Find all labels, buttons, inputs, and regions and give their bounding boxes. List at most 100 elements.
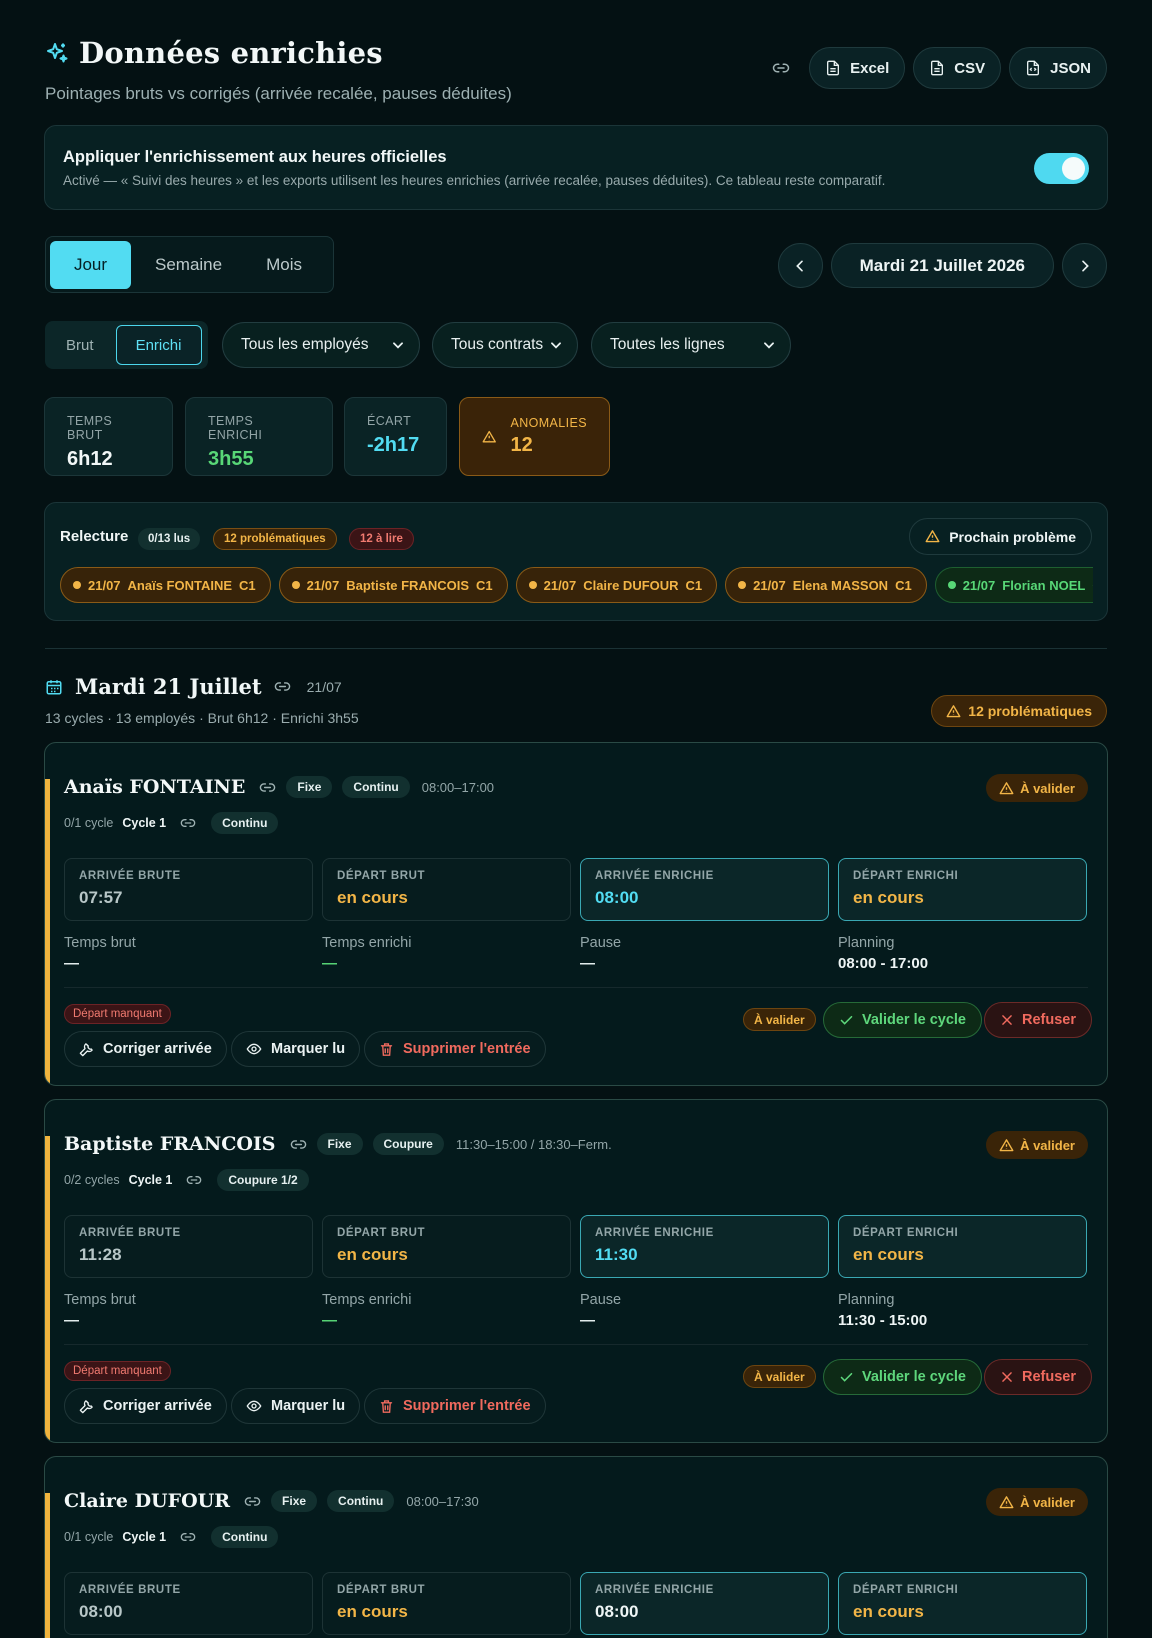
review-chip[interactable]: 21/07Florian NOELC1 (934, 567, 1093, 603)
employee-filter-select[interactable]: Tous les employés (222, 322, 420, 368)
stat-raw-time: TEMPS BRUT 6h12 (44, 397, 173, 476)
toggle-knob (1062, 157, 1085, 180)
status-badge: À valider (986, 1488, 1088, 1516)
employee-name: Claire DUFOUR (64, 1490, 231, 1512)
export-excel-button[interactable]: Excel (809, 47, 906, 89)
planning-metric: Planning 11:30 - 15:00 (838, 1292, 928, 1329)
missing-departure-badge: Départ manquant (64, 1004, 171, 1024)
tab-month[interactable]: Mois (246, 241, 322, 289)
status-bar (45, 1136, 50, 1442)
wrench-icon (79, 1042, 93, 1056)
enriched-time-metric: Temps enrichi — (322, 935, 412, 972)
cycle-count: 0/1 cycle (64, 1530, 114, 1544)
pause-metric: Pause — (580, 935, 622, 972)
fix-arrival-button[interactable]: Corriger arrivée (64, 1031, 227, 1067)
raw-time-metric: Temps brut — (64, 1292, 136, 1329)
line-filter-select[interactable]: Toutes les lignes (591, 322, 791, 368)
raw-departure-cell[interactable]: DÉPART BRUT en cours (322, 1572, 571, 1635)
official-hours-toggle[interactable] (1034, 153, 1089, 184)
next-problem-button[interactable]: Prochain problème (909, 518, 1092, 555)
refuse-button[interactable]: Refuser (984, 1002, 1092, 1038)
stat-gap: ÉCART -2h17 (344, 397, 447, 476)
current-date[interactable]: Mardi 21 Juillet 2026 (830, 243, 1054, 288)
trash-icon (380, 1399, 393, 1413)
raw-time-metric: Temps brut — (64, 935, 136, 972)
fix-arrival-button[interactable]: Corriger arrivée (64, 1388, 227, 1424)
raw-arrival-cell[interactable]: ARRIVÉE BRUTE 08:00 (64, 1572, 313, 1635)
eye-icon (246, 1043, 262, 1055)
raw-arrival-cell[interactable]: ARRIVÉE BRUTE 07:57 (64, 858, 313, 921)
mode-enriched[interactable]: Enrichi (115, 325, 202, 365)
link-icon[interactable] (186, 1172, 202, 1188)
mark-read-button[interactable]: Marquer lu (231, 1031, 361, 1067)
next-day-button[interactable] (1062, 243, 1107, 288)
period-tabs: Jour Semaine Mois (45, 236, 334, 293)
enriched-departure-cell[interactable]: DÉPART ENRICHI en cours (838, 858, 1087, 921)
enriched-time-metric: Temps enrichi — (322, 1292, 412, 1329)
day-header: Mardi 21 Juillet 21/07 (45, 674, 342, 699)
review-panel: Relecture 0/13 lus 12 problématiques 12 … (44, 502, 1108, 621)
refuse-button[interactable]: Refuser (984, 1359, 1092, 1395)
day-summary: 13 cycles · 13 employés · Brut 6h12 · En… (45, 710, 359, 726)
divider (64, 987, 1088, 988)
status-badge: À valider (986, 774, 1088, 802)
link-icon[interactable] (180, 1529, 196, 1545)
previous-day-button[interactable] (777, 243, 823, 288)
enriched-departure-cell[interactable]: DÉPART ENRICHI en cours (838, 1572, 1087, 1635)
link-icon[interactable] (180, 815, 196, 831)
divider (45, 648, 1107, 649)
link-icon[interactable] (274, 678, 291, 695)
cycle-label: Cycle 1 (122, 1530, 167, 1544)
validate-cycle-button[interactable]: Valider le cycle (823, 1002, 982, 1038)
validate-cycle-button[interactable]: Valider le cycle (823, 1359, 982, 1395)
contract-type-tag: Fixe (286, 776, 333, 798)
raw-arrival-cell[interactable]: ARRIVÉE BRUTE 11:28 (64, 1215, 313, 1278)
link-icon[interactable] (244, 1493, 261, 1510)
mark-read-button[interactable]: Marquer lu (231, 1388, 361, 1424)
check-icon (840, 1015, 853, 1025)
tab-day[interactable]: Jour (50, 240, 131, 289)
review-problematic-count[interactable]: 12 problématiques (213, 528, 337, 550)
day-title: Mardi 21 Juillet (75, 674, 262, 699)
review-chip[interactable]: 21/07 Elena MASSON C1 (725, 567, 927, 603)
delete-entry-button[interactable]: Supprimer l'entrée (364, 1031, 546, 1067)
enriched-arrival-cell[interactable]: ARRIVÉE ENRICHIE 08:00 (580, 858, 829, 921)
enriched-arrival-cell[interactable]: ARRIVÉE ENRICHIE 08:00 (580, 1572, 829, 1635)
page-header: Données enrichies Pointages bruts vs cor… (45, 36, 512, 104)
review-chip[interactable]: 21/07 Anaïs FONTAINE C1 (60, 567, 271, 603)
review-employee-chips: 21/07 Anaïs FONTAINE C1 21/07 Baptiste FRAN… (60, 567, 1093, 603)
review-to-read-count[interactable]: 12 à lire (349, 528, 414, 550)
stat-anomalies[interactable]: ANOMALIES 12 (459, 397, 610, 476)
day-problematic-badge[interactable]: 12 problématiques (931, 695, 1107, 727)
status-dot (738, 581, 747, 589)
contract-filter-select[interactable]: Tous contrats (432, 322, 578, 368)
link-icon (772, 63, 790, 73)
date-navigator: Mardi 21 Juillet 2026 (777, 243, 1107, 288)
tab-week[interactable]: Semaine (135, 241, 242, 289)
official-hours-title: Appliquer l'enrichissement aux heures of… (63, 148, 447, 166)
official-hours-description: Activé — « Suivi des heures » et les exp… (63, 173, 886, 188)
to-validate-badge: À valider (743, 1365, 816, 1388)
contract-type-tag: Fixe (316, 1133, 363, 1155)
review-chip[interactable]: 21/07 Baptiste FRANCOIS C1 (278, 567, 508, 603)
export-json-button[interactable]: JSON (1009, 47, 1107, 89)
mode-raw[interactable]: Brut (48, 325, 112, 365)
link-icon[interactable] (259, 779, 276, 796)
export-csv-button[interactable]: CSV (913, 47, 1002, 89)
close-icon (1002, 1372, 1012, 1382)
enriched-departure-cell[interactable]: DÉPART ENRICHI en cours (838, 1215, 1087, 1278)
review-chip[interactable]: 21/07 Claire DUFOUR C1 (515, 567, 718, 603)
raw-departure-cell[interactable]: DÉPART BRUT en cours (322, 858, 571, 921)
enriched-arrival-cell[interactable]: ARRIVÉE ENRICHIE 11:30 (580, 1215, 829, 1278)
scheduled-hours: 11:30–15:00 / 18:30–Ferm. (455, 1136, 612, 1152)
day-date-short: 21/07 (306, 678, 342, 695)
schedule-mode-tag: Continu (342, 776, 410, 798)
copy-link-button[interactable] (763, 48, 799, 88)
warning-icon (999, 1138, 1014, 1151)
planning-metric: Planning 08:00 - 17:00 (838, 935, 929, 972)
cycle-tag: Coupure 1/2 (217, 1169, 309, 1191)
raw-departure-cell[interactable]: DÉPART BRUT en cours (322, 1215, 571, 1278)
link-icon[interactable] (290, 1136, 307, 1153)
delete-entry-button[interactable]: Supprimer l'entrée (364, 1388, 546, 1424)
to-validate-badge: À valider (743, 1008, 816, 1031)
